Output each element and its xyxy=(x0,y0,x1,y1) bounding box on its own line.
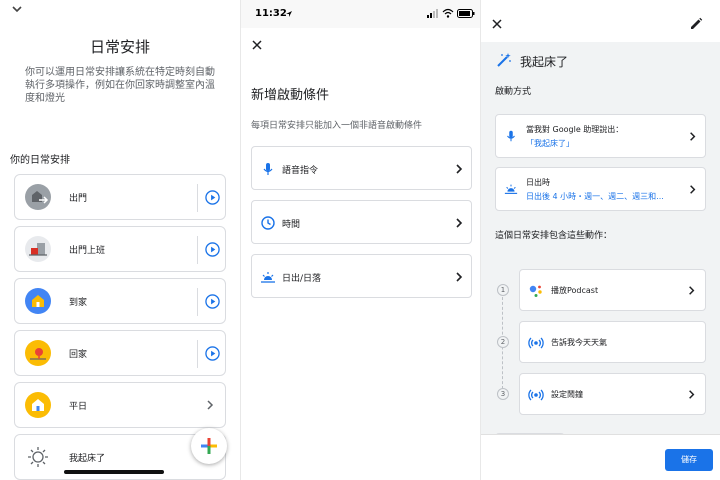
routine-title: 我起床了 xyxy=(520,55,569,69)
chevron-right-icon xyxy=(690,185,696,194)
assistant-icon xyxy=(529,285,542,297)
play-icon[interactable] xyxy=(205,294,220,309)
leaving-home-icon xyxy=(25,184,51,210)
routine-label: 出門 xyxy=(69,194,88,204)
routine-detail-screen: 我起床了 啟動方式 當我對 Google 助理說出： 「我起床了」 日出時 日出… xyxy=(480,0,720,480)
add-routine-button[interactable] xyxy=(191,428,227,464)
section-title: 你的日常安排 xyxy=(10,155,70,166)
trigger-option-label: 時間 xyxy=(282,220,301,230)
trigger-line2: 日出後 4 小時・週一、週二、週三和... xyxy=(526,192,664,201)
routines-list-screen: 日常安排 你可以運用日常安排讓系統在特定時刻自動執行多項操作，例如在你回家時調整… xyxy=(0,0,240,480)
arrive-home-icon xyxy=(25,288,51,314)
routine-item-commute-to-work[interactable]: 出門上班 xyxy=(14,226,226,272)
battery-icon xyxy=(457,9,475,18)
routine-item-leaving-home[interactable]: 出門 xyxy=(14,174,226,220)
divider xyxy=(197,184,198,212)
routine-item-arrive-home[interactable]: 到家 xyxy=(14,278,226,324)
trigger-option-label: 日出/日落 xyxy=(282,274,322,284)
chevron-right-icon xyxy=(689,390,695,399)
chevron-right-icon xyxy=(690,132,696,141)
step-number: 2 xyxy=(497,336,509,348)
broadcast-icon xyxy=(528,337,544,349)
trigger-line2: 「我起床了」 xyxy=(526,139,574,148)
save-button[interactable]: 儲存 xyxy=(665,449,713,471)
location-arrow-icon xyxy=(286,11,292,17)
routine-label: 出門上班 xyxy=(69,246,106,256)
action-label: 播放Podcast xyxy=(551,286,599,295)
play-icon[interactable] xyxy=(205,190,220,205)
trigger-option-voice[interactable]: 語音指令 xyxy=(251,146,472,190)
chevron-right-icon xyxy=(456,164,463,174)
action-item-weather[interactable]: 告訴我今天天氣 xyxy=(519,321,706,363)
trigger-line1: 當我對 Google 助理說出： xyxy=(526,125,624,134)
sunrise-icon xyxy=(504,184,518,194)
step-number: 3 xyxy=(497,388,509,400)
start-heading: 啟動方式 xyxy=(495,87,532,97)
routine-item-weekday[interactable]: 平日 xyxy=(14,382,226,428)
page-title: 新增啟動條件 xyxy=(251,88,330,103)
chevron-right-icon xyxy=(207,400,214,410)
divider xyxy=(197,340,198,368)
wifi-icon xyxy=(442,8,454,18)
action-item-set-alarm[interactable]: 設定鬧鐘 xyxy=(519,373,706,415)
actions-heading: 這個日常安排包含這些動作： xyxy=(495,231,613,241)
routine-item-commute-home[interactable]: 回家 xyxy=(14,330,226,376)
page-title: 日常安排 xyxy=(89,38,150,56)
divider xyxy=(197,288,198,316)
status-bar: 11:32 xyxy=(241,0,480,28)
routine-label: 回家 xyxy=(69,350,88,360)
trigger-card-voice[interactable]: 當我對 Google 助理說出： 「我起床了」 xyxy=(495,114,706,158)
routine-label: 我起床了 xyxy=(69,454,106,464)
chevron-down-icon[interactable] xyxy=(10,2,24,16)
commute-to-work-icon xyxy=(25,236,51,262)
microphone-icon xyxy=(263,163,273,175)
page-subtitle: 每項日常安排只能加入一個非語音啟動條件 xyxy=(251,121,423,131)
edit-pencil-icon[interactable] xyxy=(689,17,703,31)
action-label: 告訴我今天天氣 xyxy=(551,338,607,347)
trigger-option-time[interactable]: 時間 xyxy=(251,200,472,244)
signal-icon xyxy=(427,9,438,18)
action-item-play-podcast[interactable]: 播放Podcast xyxy=(519,269,706,311)
routine-label: 到家 xyxy=(69,298,88,308)
page-description: 你可以運用日常安排讓系統在特定時刻自動執行多項操作，例如在你回家時調整室內溫度和… xyxy=(25,67,215,104)
action-label: 設定鬧鐘 xyxy=(551,390,583,399)
play-icon[interactable] xyxy=(205,242,220,257)
trigger-option-label: 語音指令 xyxy=(282,166,319,176)
home-indicator xyxy=(64,470,164,474)
clock-icon xyxy=(261,216,275,230)
divider xyxy=(197,236,198,264)
trigger-line1: 日出時 xyxy=(526,178,550,187)
top-bar xyxy=(481,0,720,42)
chevron-right-icon xyxy=(689,286,695,295)
close-icon[interactable] xyxy=(490,17,504,31)
play-icon[interactable] xyxy=(205,346,220,361)
step-number: 1 xyxy=(497,284,509,296)
bottom-bar: 儲存 xyxy=(481,434,720,480)
sunrise-icon xyxy=(261,272,275,283)
microphone-icon xyxy=(507,130,515,142)
close-icon[interactable] xyxy=(250,38,264,52)
routine-label: 平日 xyxy=(69,402,88,412)
add-trigger-screen: 11:32 新增啟動條件 每項日常安排只能加入一個非語音啟動條件 語音指令 時間… xyxy=(240,0,480,480)
chevron-right-icon xyxy=(456,272,463,282)
magic-wand-icon xyxy=(497,53,511,67)
commute-home-icon xyxy=(25,340,51,366)
trigger-card-sunrise[interactable]: 日出時 日出後 4 小時・週一、週二、週三和... xyxy=(495,167,706,211)
chevron-right-icon xyxy=(456,218,463,228)
status-time: 11:32 xyxy=(255,8,287,19)
sun-icon xyxy=(28,447,48,467)
trigger-option-sunrise-sunset[interactable]: 日出/日落 xyxy=(251,254,472,298)
broadcast-icon xyxy=(528,389,544,401)
plus-icon xyxy=(201,438,217,454)
weekday-icon xyxy=(25,392,51,418)
